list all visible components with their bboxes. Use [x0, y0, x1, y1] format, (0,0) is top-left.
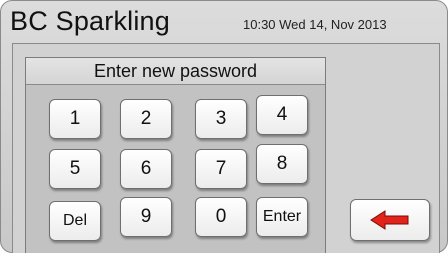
key-1[interactable]: 1 — [49, 99, 101, 139]
datetime-label: 10:30 Wed 14, Nov 2013 — [243, 17, 387, 32]
key-7[interactable]: 7 — [195, 149, 247, 189]
back-arrow-icon — [370, 210, 409, 230]
key-9[interactable]: 9 — [120, 197, 172, 237]
password-prompt: Enter new password — [26, 58, 325, 85]
delete-button[interactable]: Del — [49, 201, 101, 241]
enter-button[interactable]: Enter — [256, 197, 308, 237]
password-keypad: Enter new password 1 2 3 4 5 6 7 8 Del 9… — [25, 57, 326, 253]
key-6[interactable]: 6 — [120, 149, 172, 189]
key-8[interactable]: 8 — [256, 144, 308, 184]
key-0[interactable]: 0 — [195, 197, 247, 237]
key-5[interactable]: 5 — [49, 149, 101, 189]
key-3[interactable]: 3 — [195, 99, 247, 139]
key-2[interactable]: 2 — [120, 99, 172, 139]
app-title: BC Sparkling — [10, 6, 170, 36]
key-4[interactable]: 4 — [256, 95, 308, 135]
back-button[interactable] — [350, 199, 430, 241]
